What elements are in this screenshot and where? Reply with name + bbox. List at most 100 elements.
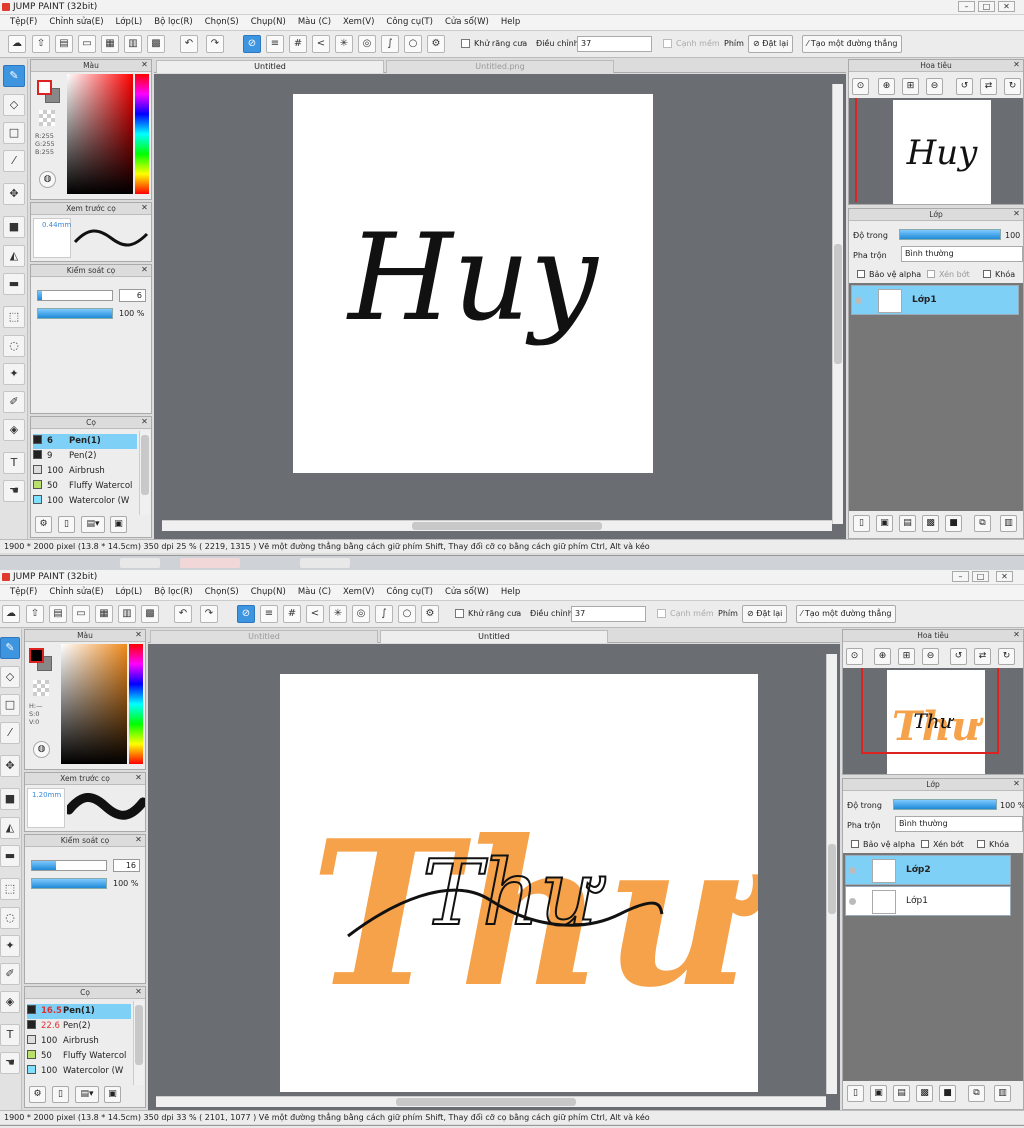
close-icon[interactable]: ✕	[1012, 210, 1021, 219]
radial-icon[interactable]: ✳	[335, 35, 353, 53]
scroll-thumb[interactable]	[828, 844, 836, 914]
scroll-thumb[interactable]	[412, 522, 602, 530]
grid-icon[interactable]: ▩	[141, 605, 159, 623]
brush-size-value[interactable]: 6	[119, 289, 146, 302]
comment-icon[interactable]: ▤	[55, 35, 73, 53]
fill-rect-icon[interactable]: ■	[3, 216, 25, 238]
snap-off-icon[interactable]: ⊘	[243, 35, 261, 53]
menu-edit[interactable]: Chỉnh sửa(E)	[43, 15, 109, 30]
zoom-fit-icon[interactable]: ⊙	[852, 78, 869, 95]
redo-icon[interactable]: ↷	[206, 35, 224, 53]
hand-icon[interactable]: ☚	[0, 1052, 20, 1074]
delete-layer-icon[interactable]: ▥	[1000, 515, 1017, 532]
flip-icon[interactable]: ⇄	[974, 648, 991, 665]
canvas-hscroll[interactable]	[162, 520, 832, 531]
rotate-right-icon[interactable]: ↻	[998, 648, 1015, 665]
adjust-input[interactable]: 37	[577, 36, 652, 52]
clip-checkbox[interactable]	[927, 270, 935, 278]
close-icon[interactable]: ✕	[134, 631, 143, 640]
select-pen-icon[interactable]: ✐	[0, 963, 20, 985]
halftone-layer-icon[interactable]: ▩	[916, 1085, 933, 1102]
tab-untitled[interactable]: Untitled	[156, 60, 384, 73]
gradient-icon[interactable]: ▬	[0, 845, 20, 867]
curve-icon[interactable]: ∫	[381, 35, 399, 53]
magic-wand-icon[interactable]: ✦	[0, 935, 20, 957]
eraser-icon[interactable]: ◇	[0, 666, 20, 688]
merge-layer-icon[interactable]: ⧉	[974, 515, 991, 532]
lock-checkbox[interactable]	[977, 840, 985, 848]
brush-item-pen1[interactable]: 6 Pen(1)	[33, 434, 137, 449]
snap-off-icon[interactable]: ⊘	[237, 605, 255, 623]
grid-icon[interactable]: ▩	[147, 35, 165, 53]
cloud-icon[interactable]: ☁	[8, 35, 26, 53]
transparent-swatch[interactable]	[39, 110, 55, 126]
menu-capture[interactable]: Chụp(N)	[245, 585, 292, 600]
brush-copy-icon[interactable]: ▣	[110, 516, 127, 533]
menu-file[interactable]: Tệp(F)	[4, 585, 43, 600]
close-icon[interactable]: ✕	[996, 571, 1013, 582]
scroll-thumb[interactable]	[135, 1005, 143, 1065]
perspective-icon[interactable]: <	[306, 605, 324, 623]
close-icon[interactable]: ✕	[998, 1, 1015, 12]
pen-icon[interactable]: ✎	[3, 65, 25, 87]
brush-list-scrollbar[interactable]	[133, 1001, 144, 1085]
foreground-color-swatch[interactable]	[29, 648, 44, 663]
protect-alpha-checkbox[interactable]	[857, 270, 865, 278]
navigator-preview[interactable]: Huy	[849, 98, 1023, 204]
blend-mode-select[interactable]: Bình thường	[901, 246, 1023, 262]
rect-select-icon[interactable]: □	[3, 122, 25, 144]
text-tool-icon[interactable]: T	[3, 452, 25, 474]
menu-color[interactable]: Màu (C)	[292, 585, 337, 600]
copy-layer-icon[interactable]: ▤	[899, 515, 916, 532]
blend-mode-select[interactable]: Bình thường	[895, 816, 1023, 832]
brush-menu-icon[interactable]: ▤▾	[81, 516, 105, 533]
line-tool-icon[interactable]: ⁄	[0, 722, 20, 744]
antialias-checkbox[interactable]	[455, 609, 464, 618]
soft-edge-checkbox[interactable]	[663, 39, 672, 48]
fill-rect-icon[interactable]: ■	[0, 788, 20, 810]
minimize-icon[interactable]: –	[958, 1, 975, 12]
navigator-preview[interactable]: Thư Thư	[843, 668, 1023, 774]
settings-icon[interactable]: ⚙	[421, 605, 439, 623]
export-icon[interactable]: ⇧	[26, 605, 44, 623]
line-tool-icon[interactable]: ⁄	[3, 150, 25, 172]
layer-opacity-slider[interactable]	[899, 229, 1001, 240]
undo-icon[interactable]: ↶	[180, 35, 198, 53]
reset-button[interactable]: ⊘ Đặt lại	[748, 35, 794, 53]
comment-icon[interactable]: ▤	[49, 605, 67, 623]
grid-snap-icon[interactable]: #	[283, 605, 301, 623]
flip-icon[interactable]: ⇄	[980, 78, 997, 95]
concentric-icon[interactable]: ◎	[352, 605, 370, 623]
saturation-value-picker[interactable]	[67, 74, 133, 194]
document-icon[interactable]: ▦	[95, 605, 113, 623]
brush-list-scrollbar[interactable]	[139, 431, 150, 515]
close-icon[interactable]: ✕	[1012, 780, 1021, 789]
hue-slider[interactable]	[135, 74, 149, 194]
move-icon[interactable]: ✥	[0, 755, 20, 777]
zoom-out-icon[interactable]: ⊖	[922, 648, 939, 665]
menu-capture[interactable]: Chụp(N)	[245, 15, 292, 30]
layer-row-lop1[interactable]: Lớp1	[845, 886, 1011, 916]
circle-icon[interactable]: ○	[404, 35, 422, 53]
eraser-icon[interactable]: ◇	[3, 94, 25, 116]
tab-untitled-2[interactable]: Untitled	[380, 630, 608, 643]
document-icon[interactable]: ▦	[101, 35, 119, 53]
marquee-icon[interactable]: ⬚	[0, 878, 20, 900]
folder-icon[interactable]: ■	[939, 1085, 956, 1102]
visibility-icon[interactable]	[855, 297, 862, 304]
hand-icon[interactable]: ☚	[3, 480, 25, 502]
parallel-lines-icon[interactable]: ≡	[260, 605, 278, 623]
menu-filter[interactable]: Bộ lọc(R)	[148, 15, 199, 30]
copy-layer-icon[interactable]: ▤	[893, 1085, 910, 1102]
bucket-icon[interactable]: ◭	[3, 245, 25, 267]
brush-copy-icon[interactable]: ▣	[104, 1086, 121, 1103]
move-icon[interactable]: ✥	[3, 183, 25, 205]
brush-opacity-slider[interactable]	[31, 878, 107, 889]
straight-line-button[interactable]: ⁄ Tạo một đường thẳng	[802, 35, 903, 53]
rotate-right-icon[interactable]: ↻	[1004, 78, 1021, 95]
brush-size-slider[interactable]	[37, 290, 113, 301]
bucket-icon[interactable]: ◭	[0, 817, 20, 839]
zoom-fit-icon[interactable]: ⊙	[846, 648, 863, 665]
close-icon[interactable]: ✕	[1012, 61, 1021, 70]
menu-filter[interactable]: Bộ lọc(R)	[148, 585, 199, 600]
